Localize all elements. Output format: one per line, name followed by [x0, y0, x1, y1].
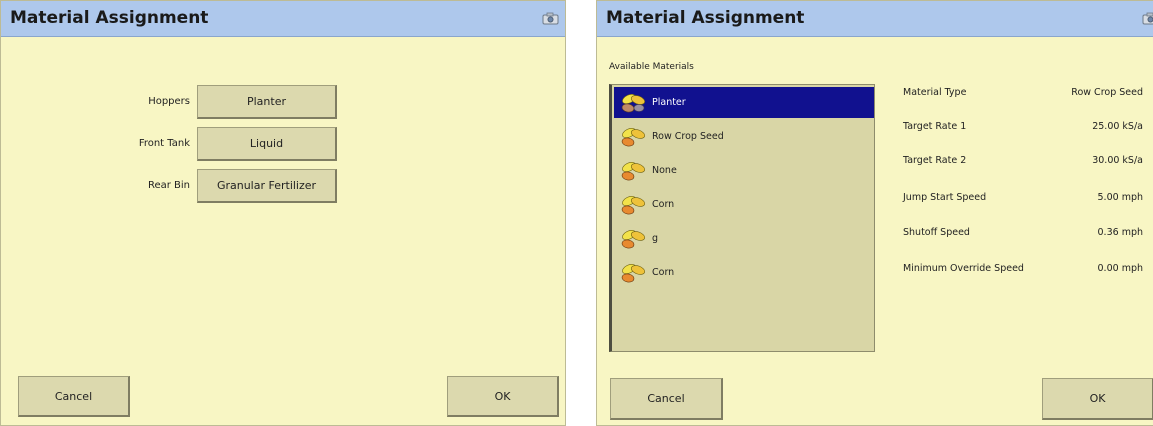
rear-bin-select-button[interactable]: Granular Fertilizer: [197, 169, 337, 203]
list-item-g[interactable]: g: [614, 223, 874, 254]
seed-icon: [621, 93, 646, 112]
list-item-label: Row Crop Seed: [652, 131, 724, 142]
material-assignment-panel-right: Material Assignment Available Materials …: [596, 0, 1153, 426]
camera-icon[interactable]: [1142, 12, 1153, 25]
target-rate-1-label: Target Rate 1: [903, 121, 967, 132]
material-type-value: Row Crop Seed: [1071, 87, 1143, 98]
shutoff-speed-value: 0.36 mph: [1097, 227, 1143, 238]
seed-icon: [621, 195, 646, 214]
list-item-label: Corn: [652, 199, 675, 210]
target-rate-2-value: 30.00 kS/a: [1092, 155, 1143, 166]
title-bar: Material Assignment: [1, 1, 565, 37]
ok-button[interactable]: OK: [447, 376, 559, 417]
front-tank-label: Front Tank: [138, 138, 190, 149]
hoppers-select-button[interactable]: Planter: [197, 85, 337, 119]
seed-icon: [621, 263, 646, 282]
shutoff-speed-label: Shutoff Speed: [903, 227, 970, 238]
list-item-label: g: [652, 233, 659, 244]
cancel-button[interactable]: Cancel: [18, 376, 130, 417]
minimum-override-speed-value: 0.00 mph: [1097, 263, 1143, 274]
list-item-row-crop-seed[interactable]: Row Crop Seed: [614, 121, 874, 152]
seed-icon: [621, 127, 646, 146]
jump-start-speed-value: 5.00 mph: [1097, 192, 1143, 203]
list-item-none[interactable]: None: [614, 155, 874, 186]
title-bar: Material Assignment: [597, 1, 1153, 37]
list-item-corn[interactable]: Corn: [614, 189, 874, 220]
seed-icon: [621, 229, 646, 248]
camera-icon[interactable]: [542, 12, 559, 25]
list-item-planter[interactable]: Planter: [614, 87, 874, 118]
list-item-label: Corn: [652, 267, 675, 278]
hoppers-label: Hoppers: [148, 96, 190, 107]
seed-icon: [621, 161, 646, 180]
list-item-label: Planter: [652, 97, 686, 108]
target-rate-2-label: Target Rate 2: [903, 155, 967, 166]
available-materials-label: Available Materials: [609, 62, 694, 72]
rear-bin-label: Rear Bin: [147, 180, 190, 191]
cancel-button[interactable]: Cancel: [610, 378, 723, 420]
page-title: Material Assignment: [10, 8, 209, 28]
front-tank-select-button[interactable]: Liquid: [197, 127, 337, 161]
ok-button[interactable]: OK: [1042, 378, 1153, 420]
materials-list[interactable]: Planter Row Crop Seed None Corn g Corn: [609, 84, 875, 352]
material-assignment-panel-left: Material Assignment Hoppers Planter Fron…: [0, 0, 566, 426]
jump-start-speed-label: Jump Start Speed: [903, 192, 987, 203]
list-item-label: None: [652, 165, 677, 176]
target-rate-1-value: 25.00 kS/a: [1092, 121, 1143, 132]
material-type-label: Material Type: [903, 87, 967, 98]
page-title: Material Assignment: [606, 8, 805, 28]
minimum-override-speed-label: Minimum Override Speed: [903, 263, 1024, 274]
list-item-corn[interactable]: Corn: [614, 257, 874, 288]
